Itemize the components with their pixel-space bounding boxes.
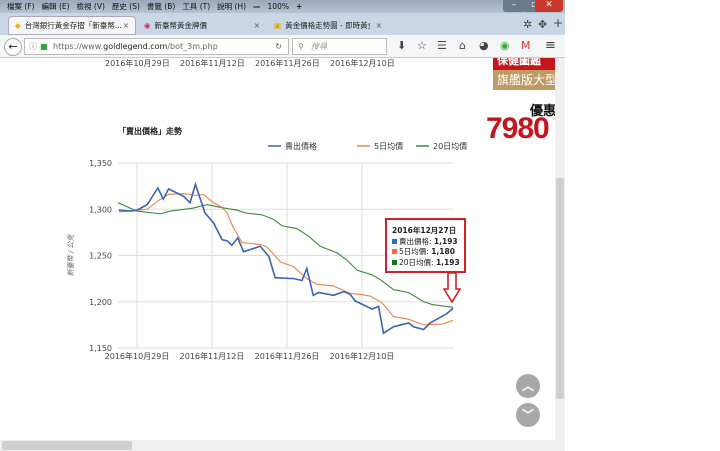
- x-tick-label: 2016年12月10日: [330, 351, 395, 361]
- ad-banner-line2[interactable]: 旗艦版大型: [493, 70, 555, 90]
- tab-gold-chart[interactable]: ▣ 黃金價格走勢圖 - 即時黃金... ×: [268, 16, 388, 35]
- url-prefix: https://www.: [53, 42, 104, 51]
- menu-edit[interactable]: 編輯 (E): [42, 1, 70, 12]
- hamburger-menu-icon[interactable]: ≡: [545, 38, 556, 53]
- tooltip-date: 2016年12月27日: [392, 226, 457, 235]
- chart-tooltip: 2016年12月27日 賣出價格: 1,193 5日均價: 1,180 20日均…: [385, 218, 466, 273]
- close-tab-icon[interactable]: ×: [254, 21, 260, 30]
- legend-label: 5日均價: [374, 141, 403, 151]
- legend-label: 20日均價: [433, 141, 467, 151]
- menu-view[interactable]: 檢視 (V): [77, 1, 105, 12]
- home-icon[interactable]: ⌂: [459, 39, 466, 52]
- scroll-up-button[interactable]: ︿: [516, 374, 540, 398]
- ad-price[interactable]: 7980: [486, 112, 550, 146]
- close-tab-icon[interactable]: ×: [123, 21, 129, 30]
- date-label: 2016年11月26日: [255, 59, 320, 68]
- legend-label: 賣出價格: [285, 141, 317, 151]
- reading-list-icon[interactable]: ☰: [437, 39, 447, 52]
- date-label: 2016年12月10日: [330, 59, 395, 68]
- search-input[interactable]: ⚲ 搜尋: [292, 38, 387, 55]
- url-bar[interactable]: ⓘ ■ https://www.goldlegend.com/bot_3m.ph…: [24, 38, 289, 55]
- gmail-icon[interactable]: M: [521, 39, 531, 52]
- ad-banner-line1[interactable]: 保健圖鑑: [493, 58, 555, 70]
- info-icon[interactable]: ⓘ: [29, 39, 37, 54]
- annotation-arrow-icon: [443, 273, 461, 303]
- price-trend-chart: 「賣出價格」走勢1,1501,2001,2501,3001,3502016年10…: [67, 126, 467, 361]
- bookmark-star-icon[interactable]: ☆: [417, 39, 427, 52]
- gold-icon: ◆: [15, 21, 21, 30]
- menu-help[interactable]: 說明 (H): [217, 1, 246, 12]
- y-tick-label: 1,200: [89, 298, 112, 307]
- menu-file[interactable]: 檔案 (F): [7, 1, 35, 12]
- horizontal-scroll-thumb[interactable]: [2, 441, 132, 450]
- tab-ntd-gold[interactable]: ◉ 新臺幣黃金牌價 ×: [138, 16, 266, 35]
- vertical-scroll-thumb[interactable]: [556, 178, 564, 399]
- scroll-down-button[interactable]: ﹀: [516, 403, 540, 427]
- gear-icon[interactable]: ✲: [523, 18, 532, 31]
- tab-bot-gold[interactable]: ◆ 台灣銀行黃金存摺「新臺幣... ×: [8, 16, 136, 35]
- x-tick-label: 2016年10月29日: [105, 351, 170, 361]
- url-domain: goldlegend.com: [103, 42, 168, 51]
- tooltip-row-sell: 賣出價格: 1,193: [392, 237, 464, 248]
- menu-history[interactable]: 歷史 (S): [112, 1, 140, 12]
- tab-group-icon[interactable]: ✥: [538, 18, 547, 31]
- horizontal-scrollbar[interactable]: [0, 440, 565, 451]
- menu-tools[interactable]: 工具 (T): [182, 1, 210, 12]
- zoom-out-button[interactable]: —: [253, 2, 261, 11]
- site-icon: ◉: [144, 21, 151, 30]
- navigation-bar: ← ⓘ ■ https://www.goldlegend.com/bot_3m.…: [0, 35, 565, 58]
- download-icon[interactable]: ⬇: [397, 39, 406, 52]
- tab-label: 新臺幣黃金牌價: [154, 21, 208, 30]
- date-label: 2016年10月29日: [105, 59, 170, 68]
- page-content: 「賣出價格」走勢 1,150 1,200 1,250 1,300 1,350 2016年10…: [0, 58, 555, 440]
- minimize-button[interactable]: –: [503, 0, 525, 12]
- tooltip-row-ma5: 5日均價: 1,180: [392, 247, 464, 258]
- y-tick-label: 1,350: [89, 159, 112, 168]
- vertical-scrollbar[interactable]: [555, 58, 565, 440]
- tab-strip: ◆ 台灣銀行黃金存摺「新臺幣... × ◉ 新臺幣黃金牌價 × ▣ 黃金價格走勢…: [0, 13, 565, 35]
- chart-title: 「賣出價格」走勢: [118, 126, 182, 136]
- tooltip-row-ma20: 20日均價: 1,193: [392, 258, 464, 269]
- browser-window: 檔案 (F) 編輯 (E) 檢視 (V) 歷史 (S) 書籤 (B) 工具 (T…: [0, 0, 565, 451]
- x-tick-label: 2016年11月12日: [180, 351, 245, 361]
- url-path: /bot_3m.php: [167, 42, 218, 51]
- zoom-level[interactable]: 100%: [268, 2, 289, 11]
- lock-icon: ■: [40, 42, 48, 51]
- chart-icon: ▣: [274, 21, 282, 30]
- close-tab-icon[interactable]: ×: [376, 21, 382, 30]
- menu-bar: 檔案 (F) 編輯 (E) 檢視 (V) 歷史 (S) 書籤 (B) 工具 (T…: [0, 0, 565, 13]
- back-button[interactable]: ←: [4, 38, 22, 56]
- search-icon: ⚲: [298, 42, 304, 51]
- y-axis-label: 新臺幣 / 公克: [67, 234, 75, 277]
- new-tab-button[interactable]: +: [553, 16, 563, 30]
- zoom-in-button[interactable]: +: [296, 2, 302, 11]
- menu-bookmarks[interactable]: 書籤 (B): [147, 1, 175, 12]
- chrome-extension-icon[interactable]: ◉: [500, 39, 510, 52]
- tab-label: 黃金價格走勢圖 - 即時黃金...: [285, 21, 370, 30]
- date-label: 2016年11月12日: [180, 59, 245, 68]
- pocket-icon[interactable]: ◕: [479, 39, 489, 52]
- y-tick-label: 1,250: [89, 252, 112, 261]
- tab-label: 台灣銀行黃金存摺「新臺幣...: [24, 21, 122, 30]
- search-placeholder: 搜尋: [311, 42, 327, 51]
- reload-icon[interactable]: ↻: [275, 39, 282, 54]
- y-tick-label: 1,300: [89, 205, 112, 214]
- close-window-button[interactable]: ✕: [535, 0, 563, 12]
- x-tick-label: 2016年11月26日: [255, 351, 320, 361]
